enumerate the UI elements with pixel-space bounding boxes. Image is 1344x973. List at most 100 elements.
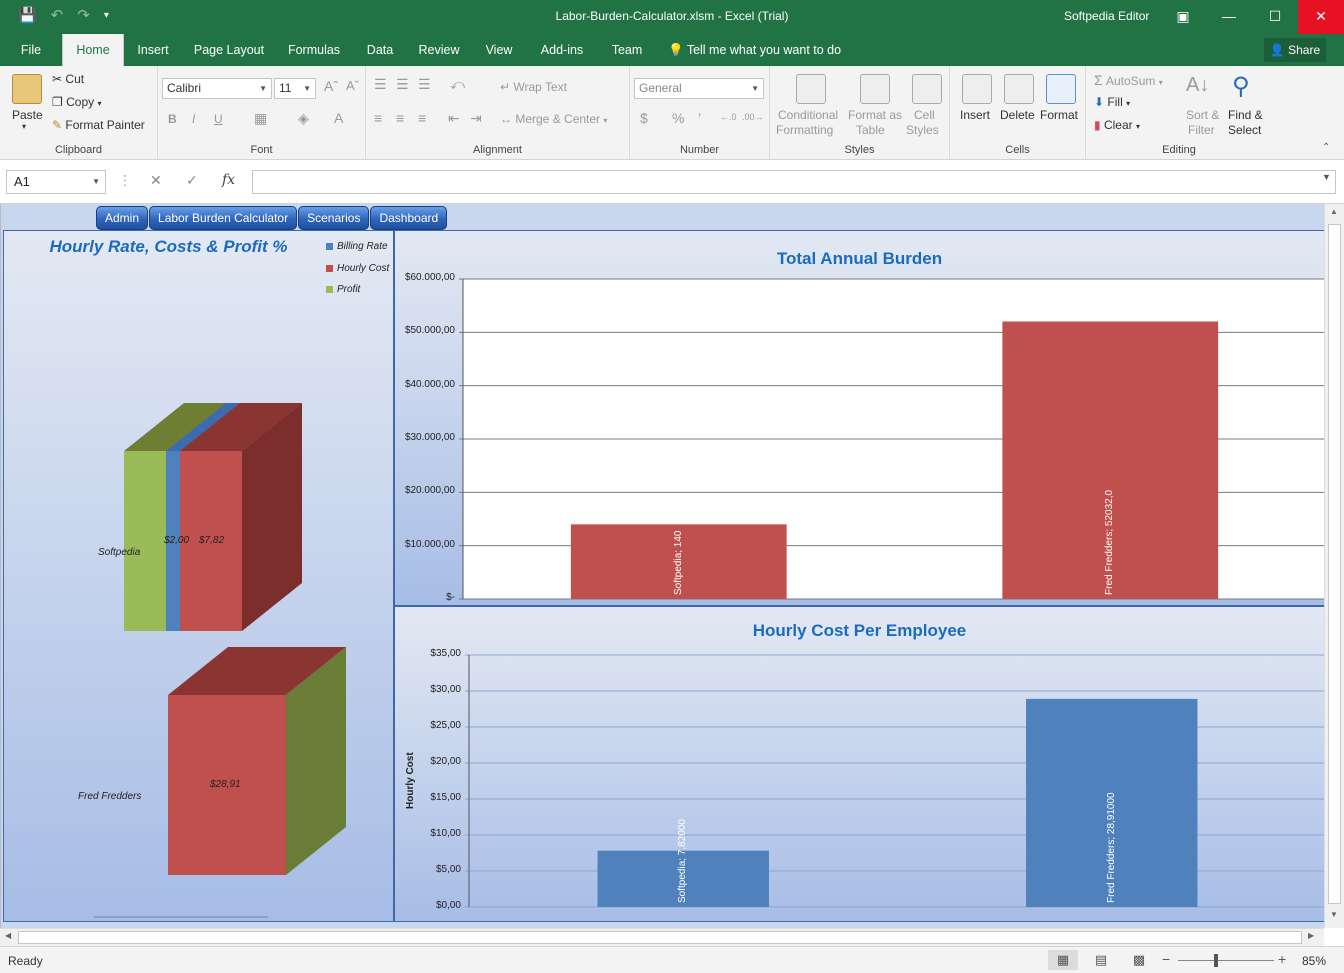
- decrease-indent-icon[interactable]: ⇤: [448, 110, 460, 127]
- scroll-down-icon[interactable]: ▼: [1330, 910, 1338, 919]
- tell-me-search[interactable]: 💡 Tell me what you want to do: [668, 34, 848, 66]
- scroll-up-icon[interactable]: ▲: [1330, 207, 1338, 216]
- sort-filter-icon[interactable]: A↓: [1186, 74, 1216, 104]
- format-as-table-button[interactable]: Format as: [848, 108, 902, 122]
- share-button[interactable]: 👤 Share: [1264, 38, 1326, 62]
- collapse-ribbon-icon[interactable]: ⌃: [1322, 142, 1330, 153]
- total-annual-burden-chart[interactable]: Total Annual Burden $- $10.000,00 $20.000,…: [394, 230, 1326, 606]
- borders-icon[interactable]: ▦: [254, 110, 267, 127]
- tab-formulas[interactable]: Formulas: [282, 34, 346, 66]
- format-painter-button[interactable]: ✎ Format Painter: [52, 118, 145, 132]
- tab-page-layout[interactable]: Page Layout: [188, 34, 270, 66]
- tab-view[interactable]: View: [478, 34, 520, 66]
- cell-styles-button[interactable]: Cell: [914, 108, 935, 122]
- clear-button[interactable]: ▮ Clear ▾: [1094, 118, 1140, 132]
- comma-icon[interactable]: ’: [698, 110, 701, 126]
- scroll-right-icon[interactable]: ▶: [1308, 931, 1314, 940]
- paste-button[interactable]: Paste: [12, 108, 43, 122]
- merge-center-button[interactable]: ↔ Merge & Center ▾: [500, 112, 607, 126]
- decrease-decimal-icon[interactable]: .00→: [742, 112, 764, 122]
- autosum-button[interactable]: Σ AutoSum ▾: [1094, 72, 1163, 88]
- font-group: Calibri ▼ 11 ▼ Aˆ Aˇ B I U ▦ ◈ A Font: [158, 66, 366, 160]
- paste-icon[interactable]: [12, 74, 42, 104]
- worksheet[interactable]: Admin Labor Burden Calculator Scenarios …: [0, 204, 1326, 928]
- align-bottom-icon[interactable]: ☰: [418, 76, 431, 93]
- fill-color-icon[interactable]: ◈: [298, 110, 309, 127]
- italic-icon[interactable]: I: [192, 112, 195, 126]
- hourly-cost-per-employee-chart[interactable]: Hourly Cost Per Employee Hourly Cost $0,…: [394, 606, 1326, 922]
- delete-cells-button[interactable]: Delete: [1000, 108, 1035, 122]
- zoom-slider-thumb[interactable]: [1214, 954, 1218, 967]
- horizontal-scrollbar[interactable]: ◀ ▶: [0, 928, 1324, 946]
- format-as-table-icon[interactable]: [860, 74, 890, 104]
- cell-styles-icon[interactable]: [912, 74, 942, 104]
- format-cells-icon[interactable]: [1046, 74, 1076, 104]
- tab-insert[interactable]: Insert: [130, 34, 176, 66]
- currency-icon[interactable]: $: [640, 110, 648, 126]
- hourly-rate-chart[interactable]: Hourly Rate, Costs & Profit % Billing Ra…: [3, 230, 394, 922]
- shrink-font-icon[interactable]: Aˇ: [346, 78, 359, 93]
- zoom-out-icon[interactable]: −: [1162, 951, 1170, 967]
- find-select-icon[interactable]: ⚲: [1232, 72, 1262, 102]
- vertical-scrollbar[interactable]: ▲ ▼: [1324, 204, 1344, 928]
- wrap-text-button[interactable]: ↵ Wrap Text: [500, 80, 567, 94]
- zoom-in-icon[interactable]: +: [1278, 951, 1286, 967]
- zoom-slider-track[interactable]: [1178, 960, 1274, 961]
- font-color-icon[interactable]: A: [334, 110, 343, 126]
- copy-button[interactable]: ❐ Copy ▾: [52, 95, 101, 109]
- orientation-icon[interactable]: ⤺: [450, 76, 465, 93]
- percent-icon[interactable]: %: [672, 110, 684, 126]
- close-button[interactable]: ✕: [1298, 0, 1344, 34]
- font-size-select[interactable]: 11 ▼: [274, 78, 316, 99]
- horizontal-scroll-thumb[interactable]: [18, 931, 1302, 944]
- insert-function-icon[interactable]: fx: [222, 172, 235, 188]
- tab-home[interactable]: Home: [62, 34, 124, 66]
- underline-icon[interactable]: U: [214, 112, 223, 126]
- paste-dropdown-icon[interactable]: ▾: [22, 122, 26, 131]
- format-cells-button[interactable]: Format: [1040, 108, 1078, 122]
- tab-data[interactable]: Data: [360, 34, 400, 66]
- ribbon-display-icon[interactable]: ▣: [1160, 0, 1206, 34]
- nav-admin-button[interactable]: Admin: [96, 206, 149, 230]
- number-format-select[interactable]: General ▼: [634, 78, 764, 99]
- page-layout-view-icon[interactable]: ▤: [1086, 950, 1116, 970]
- maximize-button[interactable]: ☐: [1252, 0, 1298, 34]
- page-break-view-icon[interactable]: ▩: [1124, 950, 1154, 970]
- name-box[interactable]: A1 ▼: [6, 170, 106, 194]
- tab-file[interactable]: File: [12, 34, 50, 66]
- zoom-level[interactable]: 85%: [1302, 954, 1326, 968]
- tab-review[interactable]: Review: [414, 34, 464, 66]
- align-left-icon[interactable]: ≡: [374, 110, 382, 126]
- tab-add-ins[interactable]: Add-ins: [534, 34, 590, 66]
- align-middle-icon[interactable]: ☰: [396, 76, 409, 93]
- align-center-icon[interactable]: ≡: [396, 110, 404, 126]
- vertical-scroll-thumb[interactable]: [1328, 224, 1341, 904]
- increase-indent-icon[interactable]: ⇥: [470, 110, 482, 127]
- delete-cells-icon[interactable]: [1004, 74, 1034, 104]
- align-top-icon[interactable]: ☰: [374, 76, 387, 93]
- grow-font-icon[interactable]: Aˆ: [324, 78, 338, 94]
- scroll-left-icon[interactable]: ◀: [5, 931, 11, 940]
- insert-cells-icon[interactable]: [962, 74, 992, 104]
- bold-icon[interactable]: B: [168, 112, 177, 126]
- cut-button[interactable]: ✂ Cut: [52, 72, 84, 86]
- font-name-select[interactable]: Calibri ▼: [162, 78, 272, 99]
- nav-scenarios-button[interactable]: Scenarios: [298, 206, 370, 230]
- tab-team[interactable]: Team: [604, 34, 650, 66]
- normal-view-icon[interactable]: ▦: [1048, 950, 1078, 970]
- sort-filter-button[interactable]: Sort &: [1186, 108, 1219, 122]
- nav-labor-burden-button[interactable]: Labor Burden Calculator: [149, 206, 298, 230]
- cancel-icon[interactable]: ✕: [150, 172, 162, 189]
- minimize-button[interactable]: —: [1206, 0, 1252, 34]
- increase-decimal-icon[interactable]: ←.0: [720, 112, 737, 122]
- conditional-formatting-button[interactable]: Conditional: [778, 108, 838, 122]
- enter-icon[interactable]: ✓: [186, 172, 198, 189]
- align-right-icon[interactable]: ≡: [418, 110, 426, 126]
- fill-button[interactable]: ⬇ Fill ▾: [1094, 95, 1130, 109]
- formula-input[interactable]: [252, 170, 1336, 194]
- conditional-formatting-icon[interactable]: [796, 74, 826, 104]
- find-select-button[interactable]: Find &: [1228, 108, 1263, 122]
- nav-dashboard-button[interactable]: Dashboard: [370, 206, 448, 230]
- expand-formula-bar-icon[interactable]: ▼: [1322, 172, 1331, 182]
- insert-cells-button[interactable]: Insert: [960, 108, 990, 122]
